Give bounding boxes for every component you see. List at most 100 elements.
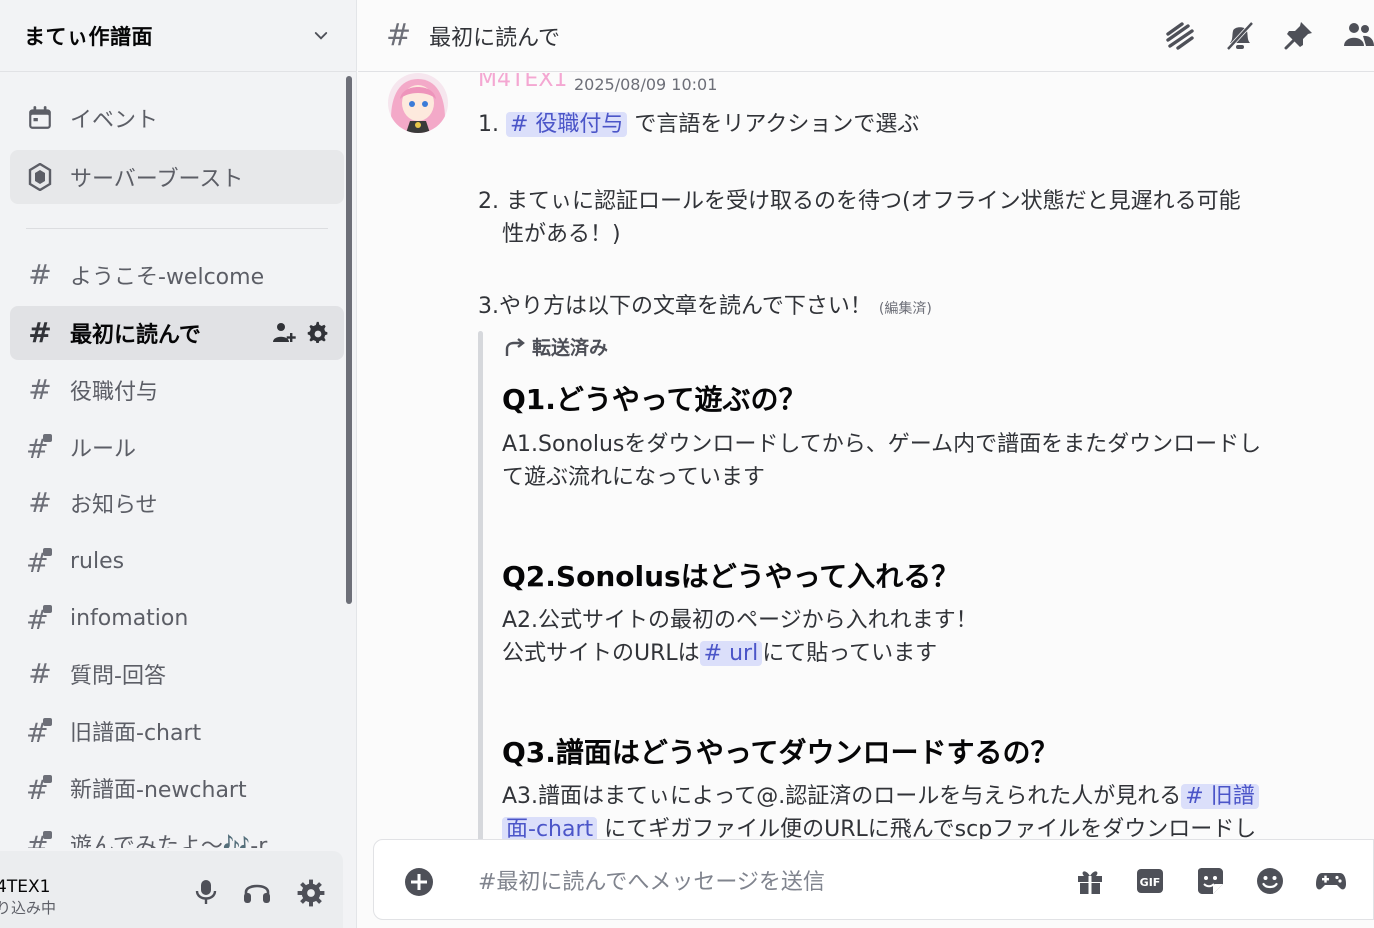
user-info[interactable]: 4TEX1 り込み中 bbox=[0, 877, 56, 919]
invite-member-icon[interactable] bbox=[272, 321, 296, 345]
sidebar-item-label: サーバーブースト bbox=[70, 167, 244, 192]
message-composer: #最初に読んでへメッセージを送信 GIF bbox=[373, 839, 1374, 920]
channel-label: infomation bbox=[70, 605, 189, 631]
message-input[interactable]: #最初に読んでへメッセージを送信 bbox=[478, 864, 825, 896]
sidebar-item-welcome[interactable]: # ようこそ-welcome bbox=[10, 248, 344, 302]
sidebar-item-label: イベント bbox=[70, 108, 159, 133]
channel-mention-old-chart[interactable]: # 旧譜 bbox=[1181, 784, 1259, 809]
channel-mention-role-assign[interactable]: # 役職付与 bbox=[505, 112, 628, 137]
rules-channel-icon: # bbox=[26, 717, 54, 745]
forward-bar bbox=[478, 331, 483, 839]
user-controls bbox=[195, 879, 325, 907]
message-line-2-cont: 性がある！) bbox=[502, 222, 621, 247]
settings-gear-icon[interactable] bbox=[297, 879, 325, 907]
forward-arrow-icon bbox=[505, 337, 525, 356]
answer-3-line-1: A3.譜面はまてぃによって@.認証済のロールを与えられた人が見れる # 旧譜 bbox=[502, 780, 1259, 813]
message-list: M4TEX1 2025/08/09 10:01 1. # 役職付与 で言語をリア… bbox=[358, 73, 1374, 839]
text: 公式サイトのURLは bbox=[502, 641, 700, 666]
text: A3.譜面はまてぃによって@.認証済のロールを与えられた人が見れる bbox=[502, 784, 1182, 809]
threads-icon[interactable] bbox=[1164, 20, 1196, 52]
sidebar-item-rules[interactable]: # rules bbox=[10, 534, 344, 588]
server-header[interactable]: まてぃ作譜面 bbox=[0, 0, 356, 72]
avatar[interactable] bbox=[388, 73, 448, 133]
header-toolbar bbox=[1164, 20, 1374, 52]
message-author[interactable]: M4TEX1 bbox=[478, 73, 567, 92]
activity-gamepad-icon[interactable] bbox=[1315, 866, 1347, 896]
sidebar-item-server-boost[interactable]: サーバーブースト bbox=[10, 150, 344, 204]
add-attachment-icon[interactable] bbox=[404, 867, 434, 897]
answer-3-line-2: 面-chart にてギガファイル便のURLに飛んでscpファイルをダウンロードし bbox=[502, 813, 1256, 839]
message-line-3: 3.やり方は以下の文章を読んで下さい！ (編集済) bbox=[478, 288, 932, 320]
text: にてギガファイル便のURLに飛んでscpファイルをダウンロードし bbox=[597, 817, 1257, 839]
sidebar-item-infomation[interactable]: # infomation bbox=[10, 591, 344, 645]
emoji-icon[interactable] bbox=[1255, 866, 1285, 896]
answer-2-line-2: 公式サイトのURLは # url にて貼っています bbox=[502, 637, 937, 670]
chevron-down-icon bbox=[314, 31, 328, 40]
rules-channel-icon: # bbox=[26, 830, 54, 848]
sidebar-item-news[interactable]: # お知らせ bbox=[10, 476, 344, 530]
sidebar-item-events[interactable]: イベント bbox=[10, 91, 344, 145]
rules-channel-icon: # bbox=[26, 774, 54, 802]
channel-list: イベント サーバーブースト # ようこそ-welcome # 最初に読んで # … bbox=[0, 73, 345, 848]
answer-2-line-1: A2.公式サイトの最初のページから入れれます！ bbox=[502, 608, 978, 633]
rules-channel-icon: # bbox=[26, 604, 54, 632]
channel-label: 旧譜面-chart bbox=[70, 721, 202, 746]
message-timestamp: 2025/08/09 10:01 bbox=[574, 75, 718, 94]
discord-app: まてぃ作譜面 イベント サーバーブースト # ようこそ-welcome # 最初… bbox=[0, 0, 1374, 928]
answer-1-line-2: て遊ぶ流れになっています bbox=[502, 465, 765, 490]
user-status: り込み中 bbox=[0, 899, 57, 917]
microphone-icon[interactable] bbox=[195, 879, 217, 905]
forwarded-text: 転送済み bbox=[532, 337, 609, 359]
sidebar-item-rules-jp[interactable]: # ルール bbox=[10, 420, 344, 474]
notification-bell-muted-icon[interactable] bbox=[1224, 20, 1256, 52]
channel-title: 最初に読んで bbox=[429, 25, 561, 51]
gift-icon[interactable] bbox=[1075, 866, 1105, 896]
edited-tag: (編集済) bbox=[878, 301, 932, 317]
answer-1-line-1: A1.Sonolusをダウンロードしてから、ゲーム内で譜面をまたダウンロードし bbox=[502, 432, 1262, 457]
sticker-icon[interactable] bbox=[1195, 866, 1225, 896]
sidebar-item-qa[interactable]: # 質問-回答 bbox=[10, 647, 344, 701]
channel-mention-url[interactable]: # url bbox=[699, 641, 763, 666]
channel-label: 質問-回答 bbox=[70, 664, 166, 689]
gear-icon[interactable] bbox=[306, 321, 330, 345]
sidebar-item-played[interactable]: # 遊んでみたよ〜🎶-r bbox=[10, 817, 344, 848]
question-1: Q1.どうやって遊ぶの？ bbox=[502, 383, 807, 416]
sidebar-item-new-chart[interactable]: # 新譜面-newchart bbox=[10, 761, 344, 815]
channel-label: 新譜面-newchart bbox=[70, 778, 247, 803]
channel-label: rules bbox=[70, 548, 125, 574]
headphones-icon[interactable] bbox=[243, 879, 271, 905]
question-3: Q3.譜面はどうやってダウンロードするの？ bbox=[502, 736, 1059, 769]
channel-sidebar: まてぃ作譜面 イベント サーバーブースト # ようこそ-welcome # 最初… bbox=[0, 0, 357, 928]
text: で言語をリアクションで選ぶ bbox=[627, 112, 920, 137]
pin-icon[interactable] bbox=[1284, 20, 1314, 50]
channel-header: # 最初に読んで bbox=[358, 0, 1374, 72]
text-channel-icon: # bbox=[28, 316, 52, 349]
user-panel: 4TEX1 り込み中 bbox=[0, 851, 343, 928]
sidebar-scrollbar[interactable] bbox=[346, 76, 352, 604]
sidebar-item-old-chart[interactable]: # 旧譜面-chart bbox=[10, 704, 344, 758]
text-channel-icon: # bbox=[28, 486, 52, 519]
calendar-icon bbox=[26, 104, 54, 132]
channel-label: 遊んでみたよ〜🎶-r bbox=[70, 834, 268, 848]
member-list-icon[interactable] bbox=[1342, 20, 1374, 50]
message-line-2: 2. まてぃに認証ロールを受け取るのを待つ(オフライン状態だと見遅れる可能 bbox=[478, 189, 1241, 214]
text: 3.やり方は以下の文章を読んで下さい！ bbox=[478, 294, 872, 319]
text-channel-icon: # bbox=[28, 657, 52, 690]
message-line-1: 1. # 役職付与 で言語をリアクションで選ぶ bbox=[478, 106, 919, 138]
channel-label: 役職付与 bbox=[70, 380, 159, 405]
server-name: まてぃ作譜面 bbox=[24, 24, 153, 49]
boost-gem-icon bbox=[26, 163, 54, 191]
rules-channel-icon: # bbox=[26, 433, 54, 461]
forwarded-label: 転送済み bbox=[504, 333, 608, 360]
composer-toolbar: GIF bbox=[1075, 866, 1347, 896]
rules-channel-icon: # bbox=[26, 547, 54, 575]
channel-label: ようこそ-welcome bbox=[70, 265, 265, 290]
sidebar-item-read-first[interactable]: # 最初に読んで bbox=[10, 306, 344, 360]
channel-label: ルール bbox=[70, 437, 137, 462]
gif-icon[interactable]: GIF bbox=[1135, 866, 1165, 896]
sidebar-item-role-assign[interactable]: # 役職付与 bbox=[10, 363, 344, 417]
sidebar-divider bbox=[26, 228, 328, 229]
channel-mention-old-chart-cont[interactable]: 面-chart bbox=[502, 817, 598, 839]
text-channel-icon: # bbox=[28, 258, 52, 291]
text: にて貼っています bbox=[762, 641, 938, 666]
